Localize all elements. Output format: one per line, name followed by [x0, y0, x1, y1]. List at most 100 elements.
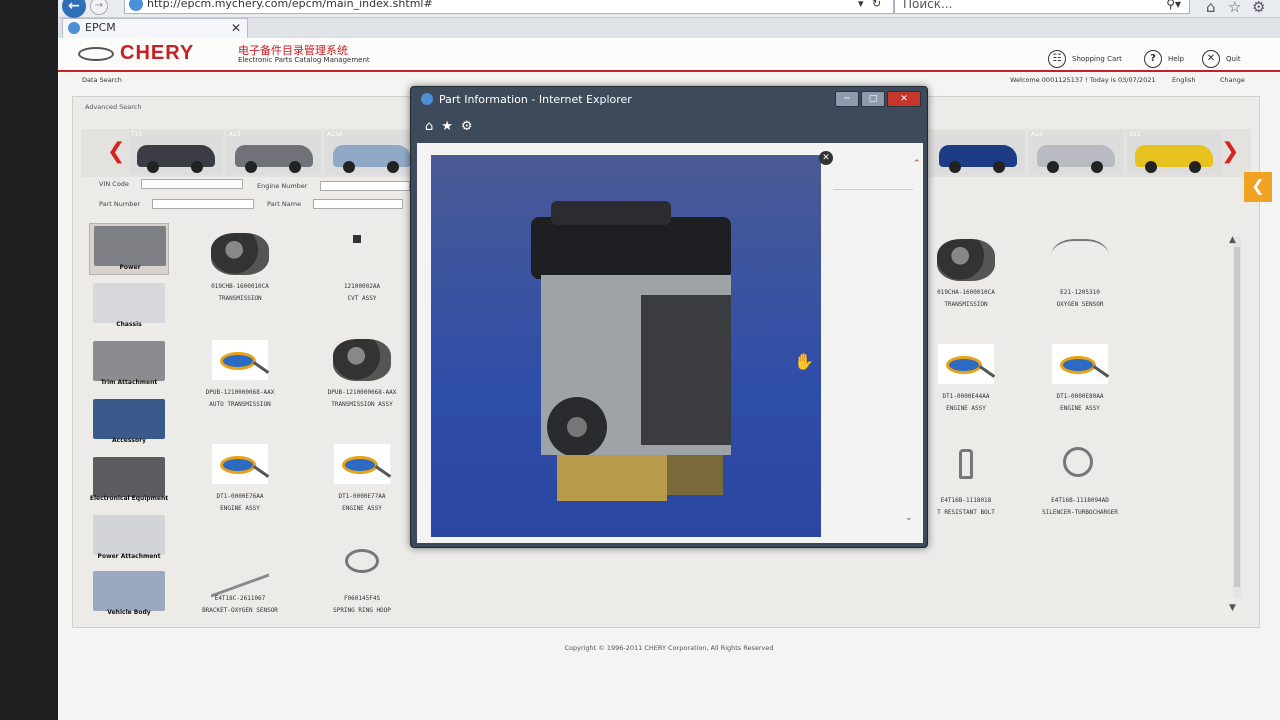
part-code: DT1-0000E77AA: [338, 493, 386, 500]
vehicle-thumb[interactable]: T19: [129, 131, 223, 175]
category-electronical-equipment[interactable]: Electronical Equipment: [89, 455, 169, 507]
oil-pan: [557, 455, 667, 501]
wheel: [1091, 161, 1103, 173]
part-code: 12100002AA: [343, 283, 381, 290]
category-power-attachment[interactable]: Power Attachment: [89, 513, 169, 565]
part-name: AUTO TRANSMISSION: [209, 401, 271, 408]
category-power[interactable]: Power: [89, 223, 169, 275]
engine-illustration: [531, 201, 731, 501]
ring: [1060, 356, 1096, 374]
close-window-button[interactable]: ✕: [887, 91, 921, 107]
part-card[interactable]: DT1-0000E80AA ENGINE ASSY: [1021, 335, 1139, 431]
category-label: Power: [119, 264, 141, 271]
category-label: Chassis: [116, 321, 142, 328]
cam-cover: [551, 201, 671, 225]
side-collapse-button[interactable]: ❮: [1244, 172, 1272, 202]
help-button[interactable]: ? Help: [1144, 50, 1184, 68]
category-label: Vehicle Body: [107, 609, 151, 616]
refresh-icon[interactable]: ↻: [872, 0, 881, 10]
category-chassis[interactable]: Chassis: [89, 281, 169, 333]
scroll-down-icon[interactable]: ⌄: [905, 513, 913, 523]
oxygen-sensor-image: [1051, 239, 1109, 281]
category-vehicle-body[interactable]: Vehicle Body: [89, 569, 169, 621]
part-number-input[interactable]: [152, 199, 255, 209]
language-english-link[interactable]: English: [1172, 72, 1195, 88]
forward-arrow-icon[interactable]: →: [90, 0, 108, 15]
minimize-button[interactable]: ─: [835, 91, 859, 107]
placeholder-magnifier-icon: [1051, 343, 1110, 385]
data-search-link[interactable]: Data Search: [82, 72, 122, 88]
close-image-icon[interactable]: ✕: [819, 151, 833, 165]
divider: [833, 189, 913, 190]
part-name: OXYGEN SENSOR: [1056, 301, 1104, 308]
engine-number-row: Engine Number: [257, 181, 410, 191]
part-information-window: Part Information - Internet Explorer ─ □…: [410, 86, 928, 548]
scroll-up-icon[interactable]: ▲: [1229, 235, 1236, 245]
shopping-cart-button[interactable]: ☷ Shopping Cart: [1048, 50, 1122, 68]
part-card[interactable]: DT1-0000E76AA ENGINE ASSY: [181, 435, 299, 531]
wheel: [1047, 161, 1059, 173]
quit-button[interactable]: ✕ Quit: [1202, 50, 1241, 68]
vehicle-label: A13A: [327, 131, 343, 138]
part-name: ENGINE ASSY: [1060, 405, 1100, 412]
vehicle-label: A11: [1129, 131, 1141, 138]
power-thumb: [94, 226, 166, 266]
scroll-down-icon[interactable]: ▼: [1229, 603, 1236, 613]
category-trim-attachment[interactable]: Trim Attachment: [89, 339, 169, 391]
url-input[interactable]: http://epcm.mychery.com/epcm/main_index.…: [124, 0, 894, 14]
brand-name: CHERY: [120, 42, 195, 64]
favorites-star-icon[interactable]: ☆: [1228, 0, 1241, 16]
url-text: http://epcm.mychery.com/epcm/main_index.…: [147, 0, 433, 10]
part-card[interactable]: F060145F4S SPRING RING HOOP: [303, 537, 421, 633]
gear-icon[interactable]: ⚙: [1252, 0, 1265, 16]
close-icon[interactable]: ✕: [231, 19, 241, 37]
part-code: 019CHB-1600010CA: [211, 283, 269, 290]
dropdown-icon[interactable]: ▾: [858, 0, 864, 10]
help-icon: ?: [1144, 50, 1162, 68]
grid-scrollbar-thumb[interactable]: [1234, 247, 1240, 587]
engine-number-input[interactable]: [319, 181, 410, 191]
home-icon[interactable]: ⌂: [1206, 0, 1216, 16]
carousel-prev-arrow-icon[interactable]: ❮: [107, 139, 125, 164]
vehicle-thumb[interactable]: A13A: [325, 131, 419, 175]
engine-number-label: Engine Number: [257, 182, 308, 190]
part-code: F060145F4S: [343, 595, 381, 602]
wheel: [949, 161, 961, 173]
part-card[interactable]: 12100002AA CVT ASSY: [303, 225, 421, 321]
part-card[interactable]: E4T16B-1118094AD SILENCER-TURBOCHARGER: [1021, 439, 1139, 535]
vehicle-thumb[interactable]: A14: [1029, 131, 1123, 175]
tab-epcm[interactable]: EPCM ✕: [62, 18, 248, 38]
maximize-button[interactable]: □: [861, 91, 885, 107]
vehicle-thumb[interactable]: A11: [1127, 131, 1221, 175]
gear-icon[interactable]: ⚙: [461, 119, 473, 134]
part-card[interactable]: 019CHB-1600010CA TRANSMISSION: [181, 225, 299, 321]
back-arrow-icon[interactable]: ←: [62, 0, 86, 18]
category-accessory[interactable]: Accessory: [89, 397, 169, 449]
part-name-input[interactable]: [313, 199, 404, 209]
home-icon[interactable]: ⌂: [425, 119, 433, 134]
vehicle-thumb[interactable]: [931, 131, 1025, 175]
shopping-cart-label: Shopping Cart: [1072, 55, 1122, 63]
part-name: ENGINE ASSY: [342, 505, 382, 512]
scroll-up-icon[interactable]: ⌃: [913, 159, 921, 169]
search-input[interactable]: Поиск... ⚲▾: [894, 0, 1190, 14]
vehicle-thumb[interactable]: A13: [227, 131, 321, 175]
part-card[interactable]: E4T18C-2611067 BRACKET-OXYGEN SENSOR: [181, 534, 299, 633]
star-icon[interactable]: ★: [441, 119, 453, 134]
search-icon[interactable]: ⚲▾: [1166, 0, 1181, 13]
hand-cursor-icon: ✋: [794, 352, 814, 371]
ie-logo-icon: [68, 22, 80, 34]
app-title-en: Electronic Parts Catalog Management: [238, 56, 370, 64]
carousel-next-arrow-icon[interactable]: ❯: [1221, 139, 1239, 164]
browser-address-bar: ← → http://epcm.mychery.com/epcm/main_in…: [58, 0, 1280, 18]
part-card[interactable]: E21-1205310 OXYGEN SENSOR: [1021, 231, 1139, 327]
advanced-search-link[interactable]: Advanced Search: [85, 103, 142, 111]
part-card[interactable]: DPUB-1210000068-AAX TRANSMISSION ASSY: [303, 331, 421, 427]
part-card[interactable]: DPUB-1210000068-AAX AUTO TRANSMISSION: [181, 331, 299, 427]
change-link[interactable]: Change: [1220, 72, 1245, 88]
vin-code-input[interactable]: [141, 179, 244, 189]
vin-code-row: VIN Code: [99, 179, 244, 189]
part-card[interactable]: DT1-0000E77AA ENGINE ASSY: [303, 435, 421, 531]
wheel: [993, 161, 1005, 173]
help-label: Help: [1168, 55, 1184, 63]
